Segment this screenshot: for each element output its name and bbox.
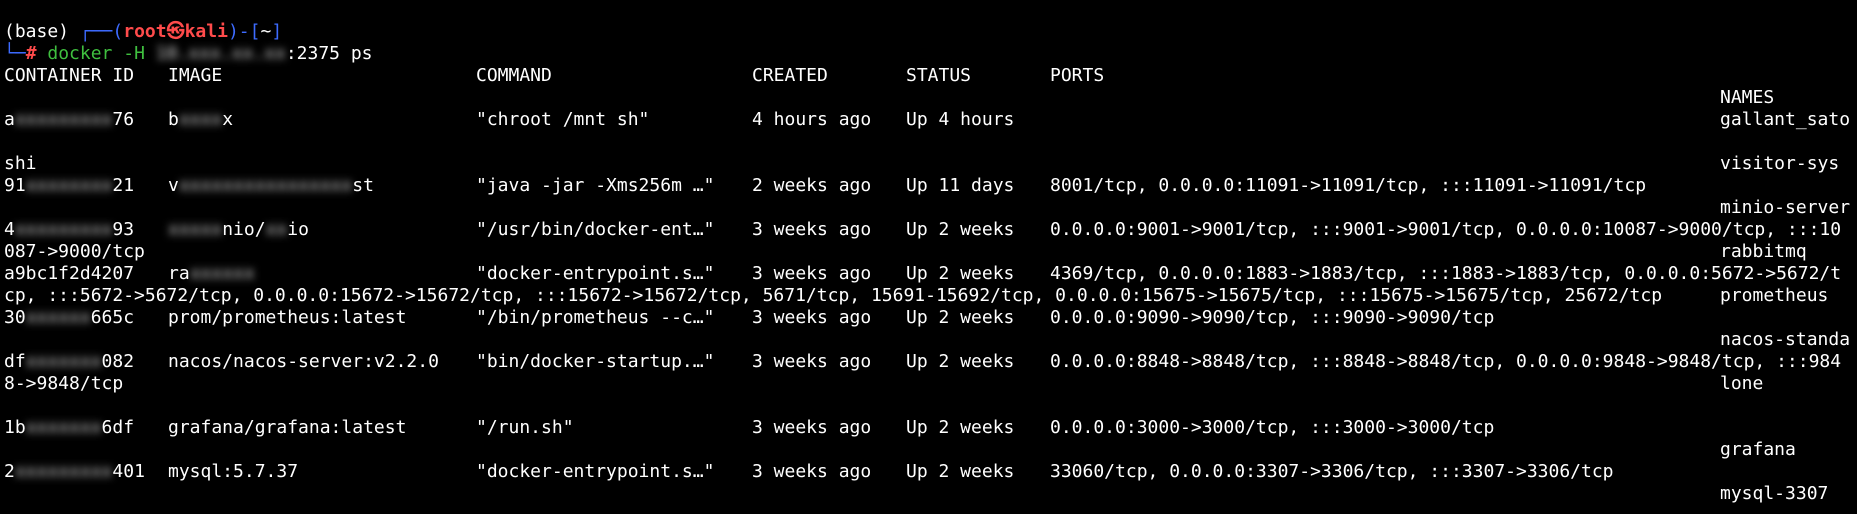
container-name-a: lone	[1720, 373, 1764, 394]
container-image: xxxxxnio/xxio	[168, 219, 309, 240]
container-command: "docker-entrypoint.s…"	[476, 263, 715, 284]
container-command: "chroot /mnt sh"	[476, 109, 650, 130]
container-command: "/bin/prometheus --c…"	[476, 307, 715, 328]
container-created: 3 weeks ago	[752, 307, 872, 328]
container-id: dfxxxxxxx082	[4, 351, 135, 372]
container-created: 3 weeks ago	[752, 417, 872, 438]
container-created: 2 weeks ago	[752, 175, 872, 196]
container-status: Up 2 weeks	[906, 417, 1015, 438]
container-created: 3 weeks ago	[752, 219, 872, 240]
container-command: "docker-entrypoint.s…"	[476, 461, 715, 482]
conda-env: (base)	[4, 21, 70, 42]
prompt-host: kali	[184, 21, 228, 42]
container-ports: 0.0.0.0:9090->9090/tcp, :::9090->9090/tc…	[1050, 307, 1495, 328]
container-id: 1bxxxxxxx6df	[4, 417, 135, 438]
prompt-user: root	[123, 21, 167, 42]
container-id: a9bc1f2d4207	[4, 263, 135, 284]
container-created: 3 weeks ago	[752, 263, 872, 284]
container-name: rabbitmq	[1720, 241, 1807, 262]
skull-icon: ㉿	[166, 21, 185, 42]
prompt-cwd: ~	[260, 21, 272, 42]
container-ports: 0.0.0.0:8848->8848/tcp, :::8848->8848/tc…	[1050, 351, 1842, 372]
container-ports: 8001/tcp, 0.0.0.0:11091->11091/tcp, :::1…	[1050, 175, 1647, 196]
container-id: 4xxxxxxxxx93	[4, 219, 135, 240]
container-image: raxxxxxx	[168, 263, 255, 284]
container-status: Up 4 hours	[906, 109, 1015, 130]
container-command: "/run.sh"	[476, 417, 574, 438]
header-command: COMMAND	[476, 65, 552, 86]
container-ports-wrap: cp, :::5672->5672/tcp, 0.0.0.0:15672->15…	[4, 285, 1663, 306]
prompt-frame-close: )-[	[227, 21, 261, 42]
container-id: axxxxxxxxx76	[4, 109, 135, 130]
container-name: visitor-sys	[1720, 153, 1840, 174]
container-id: 30xxxxxx665c	[4, 307, 135, 328]
container-created: 4 hours ago	[752, 109, 872, 130]
container-name: prometheus	[1720, 285, 1829, 306]
container-ports: 4369/tcp, 0.0.0.0:1883->1883/tcp, :::188…	[1050, 263, 1842, 284]
container-status: Up 2 weeks	[906, 461, 1015, 482]
masked-host: 10.xxx.xx.xx	[155, 43, 286, 64]
container-name: mysql-3307	[1720, 483, 1829, 504]
container-command: "/usr/bin/docker-ent…"	[476, 219, 715, 240]
prompt-bracket-close: ]	[271, 21, 283, 42]
header-status: STATUS	[906, 65, 972, 86]
container-status: Up 2 weeks	[906, 219, 1015, 240]
header-names: NAMES	[1720, 87, 1775, 108]
command-port: :2375 ps	[285, 43, 373, 64]
container-command: "bin/docker-startup.…"	[476, 351, 715, 372]
container-status: Up 2 weeks	[906, 307, 1015, 328]
container-name: nacos-standa	[1720, 329, 1851, 350]
container-image: prom/prometheus:latest	[168, 307, 407, 328]
container-status: Up 11 days	[906, 175, 1015, 196]
command-text: docker -H	[47, 43, 145, 64]
container-created: 3 weeks ago	[752, 461, 872, 482]
container-name-wrap: shi	[4, 153, 37, 174]
container-command: "java -jar -Xms256m …"	[476, 175, 715, 196]
header-created: CREATED	[752, 65, 828, 86]
container-id: 91xxxxxxxx21	[4, 175, 135, 196]
container-image: grafana/grafana:latest	[168, 417, 407, 438]
header-ports: PORTS	[1050, 65, 1105, 86]
container-id: 2xxxxxxxxx401	[4, 461, 145, 482]
prompt-hash: #	[25, 43, 37, 64]
container-ports: 33060/tcp, 0.0.0.0:3307->3306/tcp, :::33…	[1050, 461, 1614, 482]
container-image: bxxxxx	[168, 109, 234, 130]
container-ports: 0.0.0.0:9001->9001/tcp, :::9001->9001/tc…	[1050, 219, 1842, 240]
container-name: minio-server	[1720, 197, 1851, 218]
container-status: Up 2 weeks	[906, 263, 1015, 284]
header-container-id: CONTAINER ID	[4, 65, 135, 86]
container-name: gallant_sato	[1720, 109, 1851, 130]
prompt-frame-open: ┌──(	[79, 21, 124, 42]
container-image: vxxxxxxxxxxxxxxxxst	[168, 175, 374, 196]
prompt-line-1: (base) ┌──(root㉿kali)-[~]	[4, 21, 282, 43]
container-name: grafana	[1720, 439, 1796, 460]
container-ports-wrap: 087->9000/tcp	[4, 241, 145, 262]
container-status: Up 2 weeks	[906, 351, 1015, 372]
header-image: IMAGE	[168, 65, 223, 86]
container-image: mysql:5.7.37	[168, 461, 299, 482]
terminal-window[interactable]: (base) ┌──(root㉿kali)-[~] └─# docker -H …	[0, 0, 1857, 514]
prompt-line-2: └─# docker -H 10.xxx.xx.xx:2375 ps	[4, 43, 373, 65]
container-created: 3 weeks ago	[752, 351, 872, 372]
container-ports: 0.0.0.0:3000->3000/tcp, :::3000->3000/tc…	[1050, 417, 1495, 438]
container-image: nacos/nacos-server:v2.2.0	[168, 351, 439, 372]
prompt-corner: └─	[4, 43, 26, 64]
container-ports-wrap: 8->9848/tcp	[4, 373, 124, 394]
